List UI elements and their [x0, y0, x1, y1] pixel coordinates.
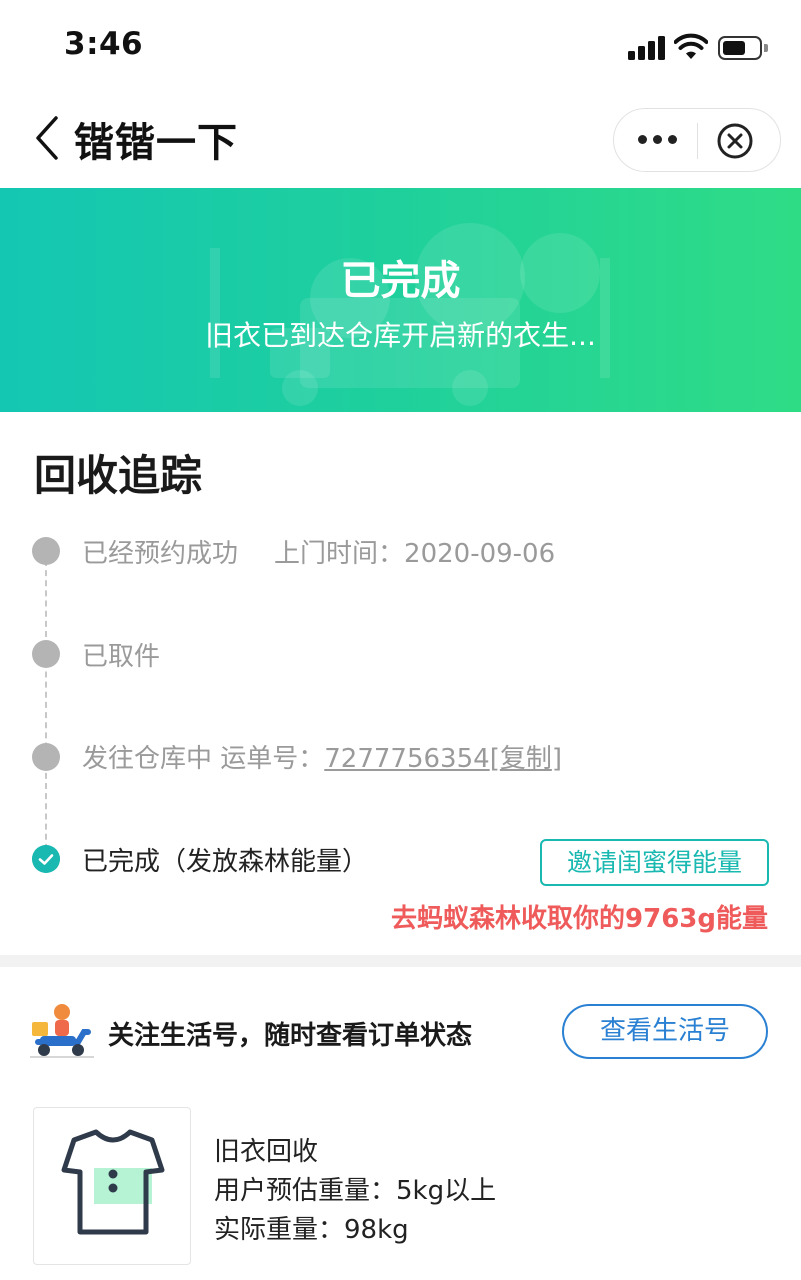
- timeline-step-completed: 已完成（发放森林能量）: [82, 841, 368, 878]
- miniapp-capsule: [613, 108, 781, 172]
- timeline-dot: [32, 743, 60, 771]
- timeline-step-booked: 已经预约成功 上门时间：2020-09-06: [82, 533, 555, 570]
- ant-forest-energy-link[interactable]: 去蚂蚁森林收取你的9763g能量: [391, 898, 768, 935]
- check-circle-icon: [32, 845, 60, 873]
- timeline-dot: [32, 537, 60, 565]
- navigation-bar: 锴锴一下: [0, 96, 801, 188]
- estimated-weight-label: 用户预估重量：: [214, 1176, 397, 1206]
- status-banner: 已完成 旧衣已到达仓库开启新的衣生...: [0, 188, 801, 412]
- timeline-connector: [45, 560, 47, 860]
- view-account-button[interactable]: 查看生活号: [562, 1004, 768, 1059]
- estimated-weight-value: 5kg以上: [396, 1176, 497, 1206]
- actual-weight: 实际重量：98kg: [214, 1209, 409, 1246]
- timeline-step-picked-up: 已取件: [82, 636, 160, 673]
- copy-bracket-open: [: [489, 744, 500, 774]
- banner-title: 已完成: [340, 258, 461, 304]
- pickup-time-label: 上门时间：: [274, 539, 405, 569]
- courier-scooter-icon: [30, 1004, 94, 1058]
- status-bar: 3:46: [0, 0, 801, 96]
- actual-weight-label: 实际重量：: [214, 1215, 345, 1245]
- cellular-signal-icon: [628, 36, 666, 60]
- pickup-time-value: 2020-09-06: [404, 539, 556, 569]
- timeline-dot: [32, 640, 60, 668]
- status-time: 3:46: [64, 26, 144, 62]
- step-label: 已经预约成功: [82, 539, 239, 569]
- invite-friend-button[interactable]: 邀请闺蜜得能量: [540, 839, 769, 886]
- battery-icon: [718, 36, 768, 60]
- wifi-icon: [674, 33, 708, 59]
- copy-tracking-link[interactable]: 复制: [500, 744, 552, 774]
- tracking-title: 回收追踪: [34, 451, 203, 500]
- step-label: 已完成（发放森林能量）: [82, 847, 369, 877]
- step-label: 已取件: [82, 642, 161, 672]
- product-thumbnail: [33, 1107, 191, 1265]
- banner-subtitle: 旧衣已到达仓库开启新的衣生...: [205, 319, 596, 352]
- estimated-weight: 用户预估重量：5kg以上: [214, 1170, 496, 1207]
- timeline-step-shipping: 发往仓库中 运单号：7277756354[复制]: [82, 738, 562, 775]
- close-circle-icon[interactable]: [716, 122, 754, 160]
- capsule-divider: [697, 123, 698, 159]
- tracking-number-link[interactable]: 7277756354: [324, 744, 489, 774]
- actual-weight-value: 98kg: [344, 1215, 409, 1245]
- tshirt-icon: [61, 1129, 165, 1235]
- product-name: 旧衣回收: [214, 1137, 319, 1167]
- more-dots-icon[interactable]: [638, 133, 678, 147]
- page-title: 锴锴一下: [74, 120, 238, 166]
- back-chevron-icon[interactable]: [30, 114, 66, 162]
- follow-account-text: 关注生活号，随时查看订单状态: [108, 1021, 473, 1051]
- copy-bracket-close: ]: [551, 744, 563, 774]
- step-label: 发往仓库中 运单号：: [82, 744, 325, 774]
- section-divider: [0, 955, 801, 967]
